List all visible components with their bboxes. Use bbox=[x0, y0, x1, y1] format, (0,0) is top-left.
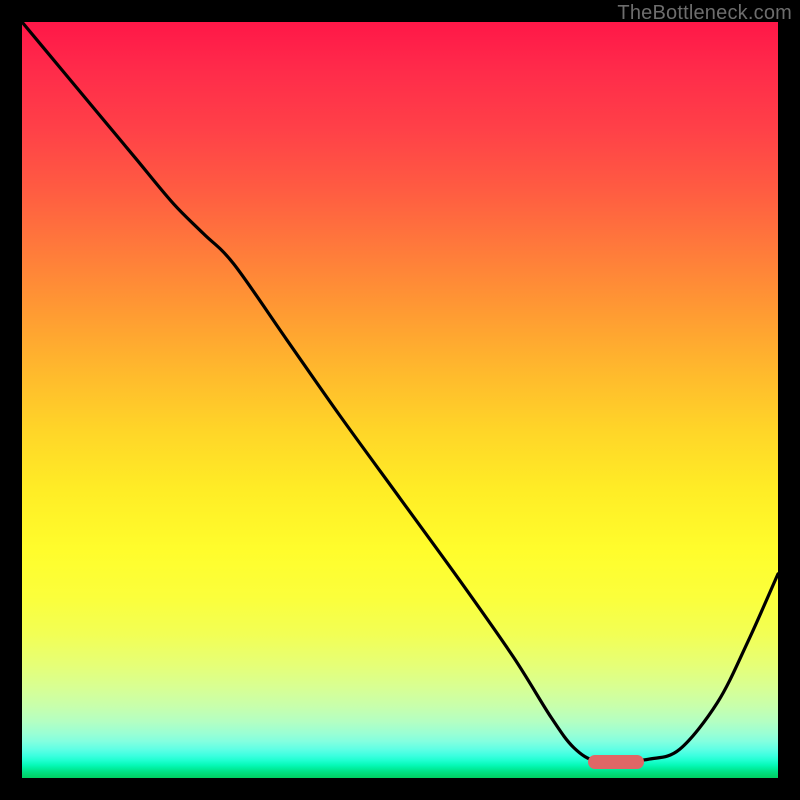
plot-area bbox=[22, 22, 778, 778]
watermark-text: TheBottleneck.com bbox=[617, 2, 792, 25]
chart-container: TheBottleneck.com bbox=[0, 0, 800, 800]
bottleneck-curve bbox=[22, 22, 778, 778]
optimal-marker bbox=[588, 755, 644, 769]
